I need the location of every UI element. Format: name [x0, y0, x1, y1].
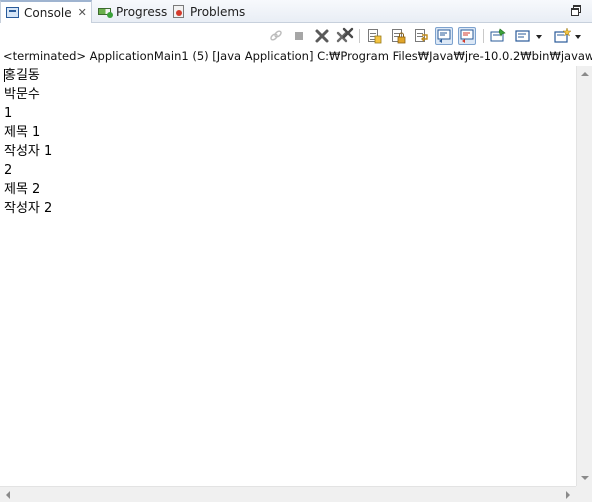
tab-progress-label: Progress: [116, 4, 168, 19]
console-view: Console ✕ Progress Problems <terminated>…: [0, 0, 592, 502]
tab-console[interactable]: Console ✕: [0, 0, 92, 24]
arrow-left-icon: [6, 491, 10, 499]
view-tab-bar: Console ✕ Progress Problems: [0, 0, 592, 24]
display-console-dropdown-icon[interactable]: [536, 35, 542, 39]
vertical-scrollbar[interactable]: [576, 66, 592, 486]
restore-view-icon[interactable]: [571, 5, 581, 16]
console-line: 박문수: [4, 87, 40, 102]
text-caret: [4, 69, 5, 82]
console-toolbar: [0, 23, 592, 49]
remove-all-terminated-icon[interactable]: [313, 27, 331, 45]
console-line: 제목 2: [4, 182, 41, 197]
progress-icon: [98, 5, 113, 19]
console-line: 작성자 2: [4, 201, 53, 216]
process-description: <terminated> ApplicationMain1 (5) [Java …: [3, 49, 592, 63]
problems-icon: [172, 4, 186, 19]
console-line: 홍길동: [4, 68, 40, 83]
tab-progress[interactable]: Progress: [98, 0, 168, 23]
show-on-stderr-icon[interactable]: [458, 27, 476, 45]
console-line: 제목 1: [4, 125, 41, 140]
console-icon: [6, 6, 20, 20]
console-line: 2: [4, 163, 13, 178]
clear-console-icon[interactable]: [365, 27, 383, 45]
console-output[interactable]: 홍길동 박문수 1 제목 1 작성자 1 2 제목 2 작성자 2: [0, 66, 576, 486]
remove-all-icon[interactable]: [336, 27, 354, 45]
scroll-down-button[interactable]: [577, 470, 592, 486]
arrow-down-icon: [581, 476, 589, 480]
scrollbar-corner: [576, 486, 592, 502]
scroll-lock-icon[interactable]: [389, 27, 407, 45]
terminate-icon[interactable]: [290, 27, 308, 45]
tab-problems[interactable]: Problems: [172, 0, 248, 23]
tab-problems-label: Problems: [190, 4, 246, 19]
close-icon[interactable]: ✕: [78, 6, 87, 19]
console-line: 작성자 1: [4, 144, 53, 159]
display-selected-console-icon[interactable]: [514, 27, 532, 45]
scroll-right-button[interactable]: [560, 487, 576, 502]
arrow-up-icon: [581, 72, 589, 76]
toolbar-separator: [483, 29, 484, 43]
horizontal-scrollbar[interactable]: [0, 486, 576, 502]
toolbar-separator: [359, 29, 360, 43]
scroll-left-button[interactable]: [0, 487, 16, 502]
arrow-right-icon: [566, 491, 570, 499]
tab-console-label: Console: [24, 5, 72, 20]
scroll-up-button[interactable]: [577, 66, 592, 82]
pin-console-icon[interactable]: [489, 27, 507, 45]
word-wrap-icon[interactable]: [412, 27, 430, 45]
open-console-icon[interactable]: [553, 27, 572, 45]
show-on-stdout-icon[interactable]: [435, 27, 453, 45]
remove-launch-icon[interactable]: [267, 27, 285, 45]
console-line: 1: [4, 106, 13, 121]
open-console-dropdown-icon[interactable]: [575, 35, 581, 39]
